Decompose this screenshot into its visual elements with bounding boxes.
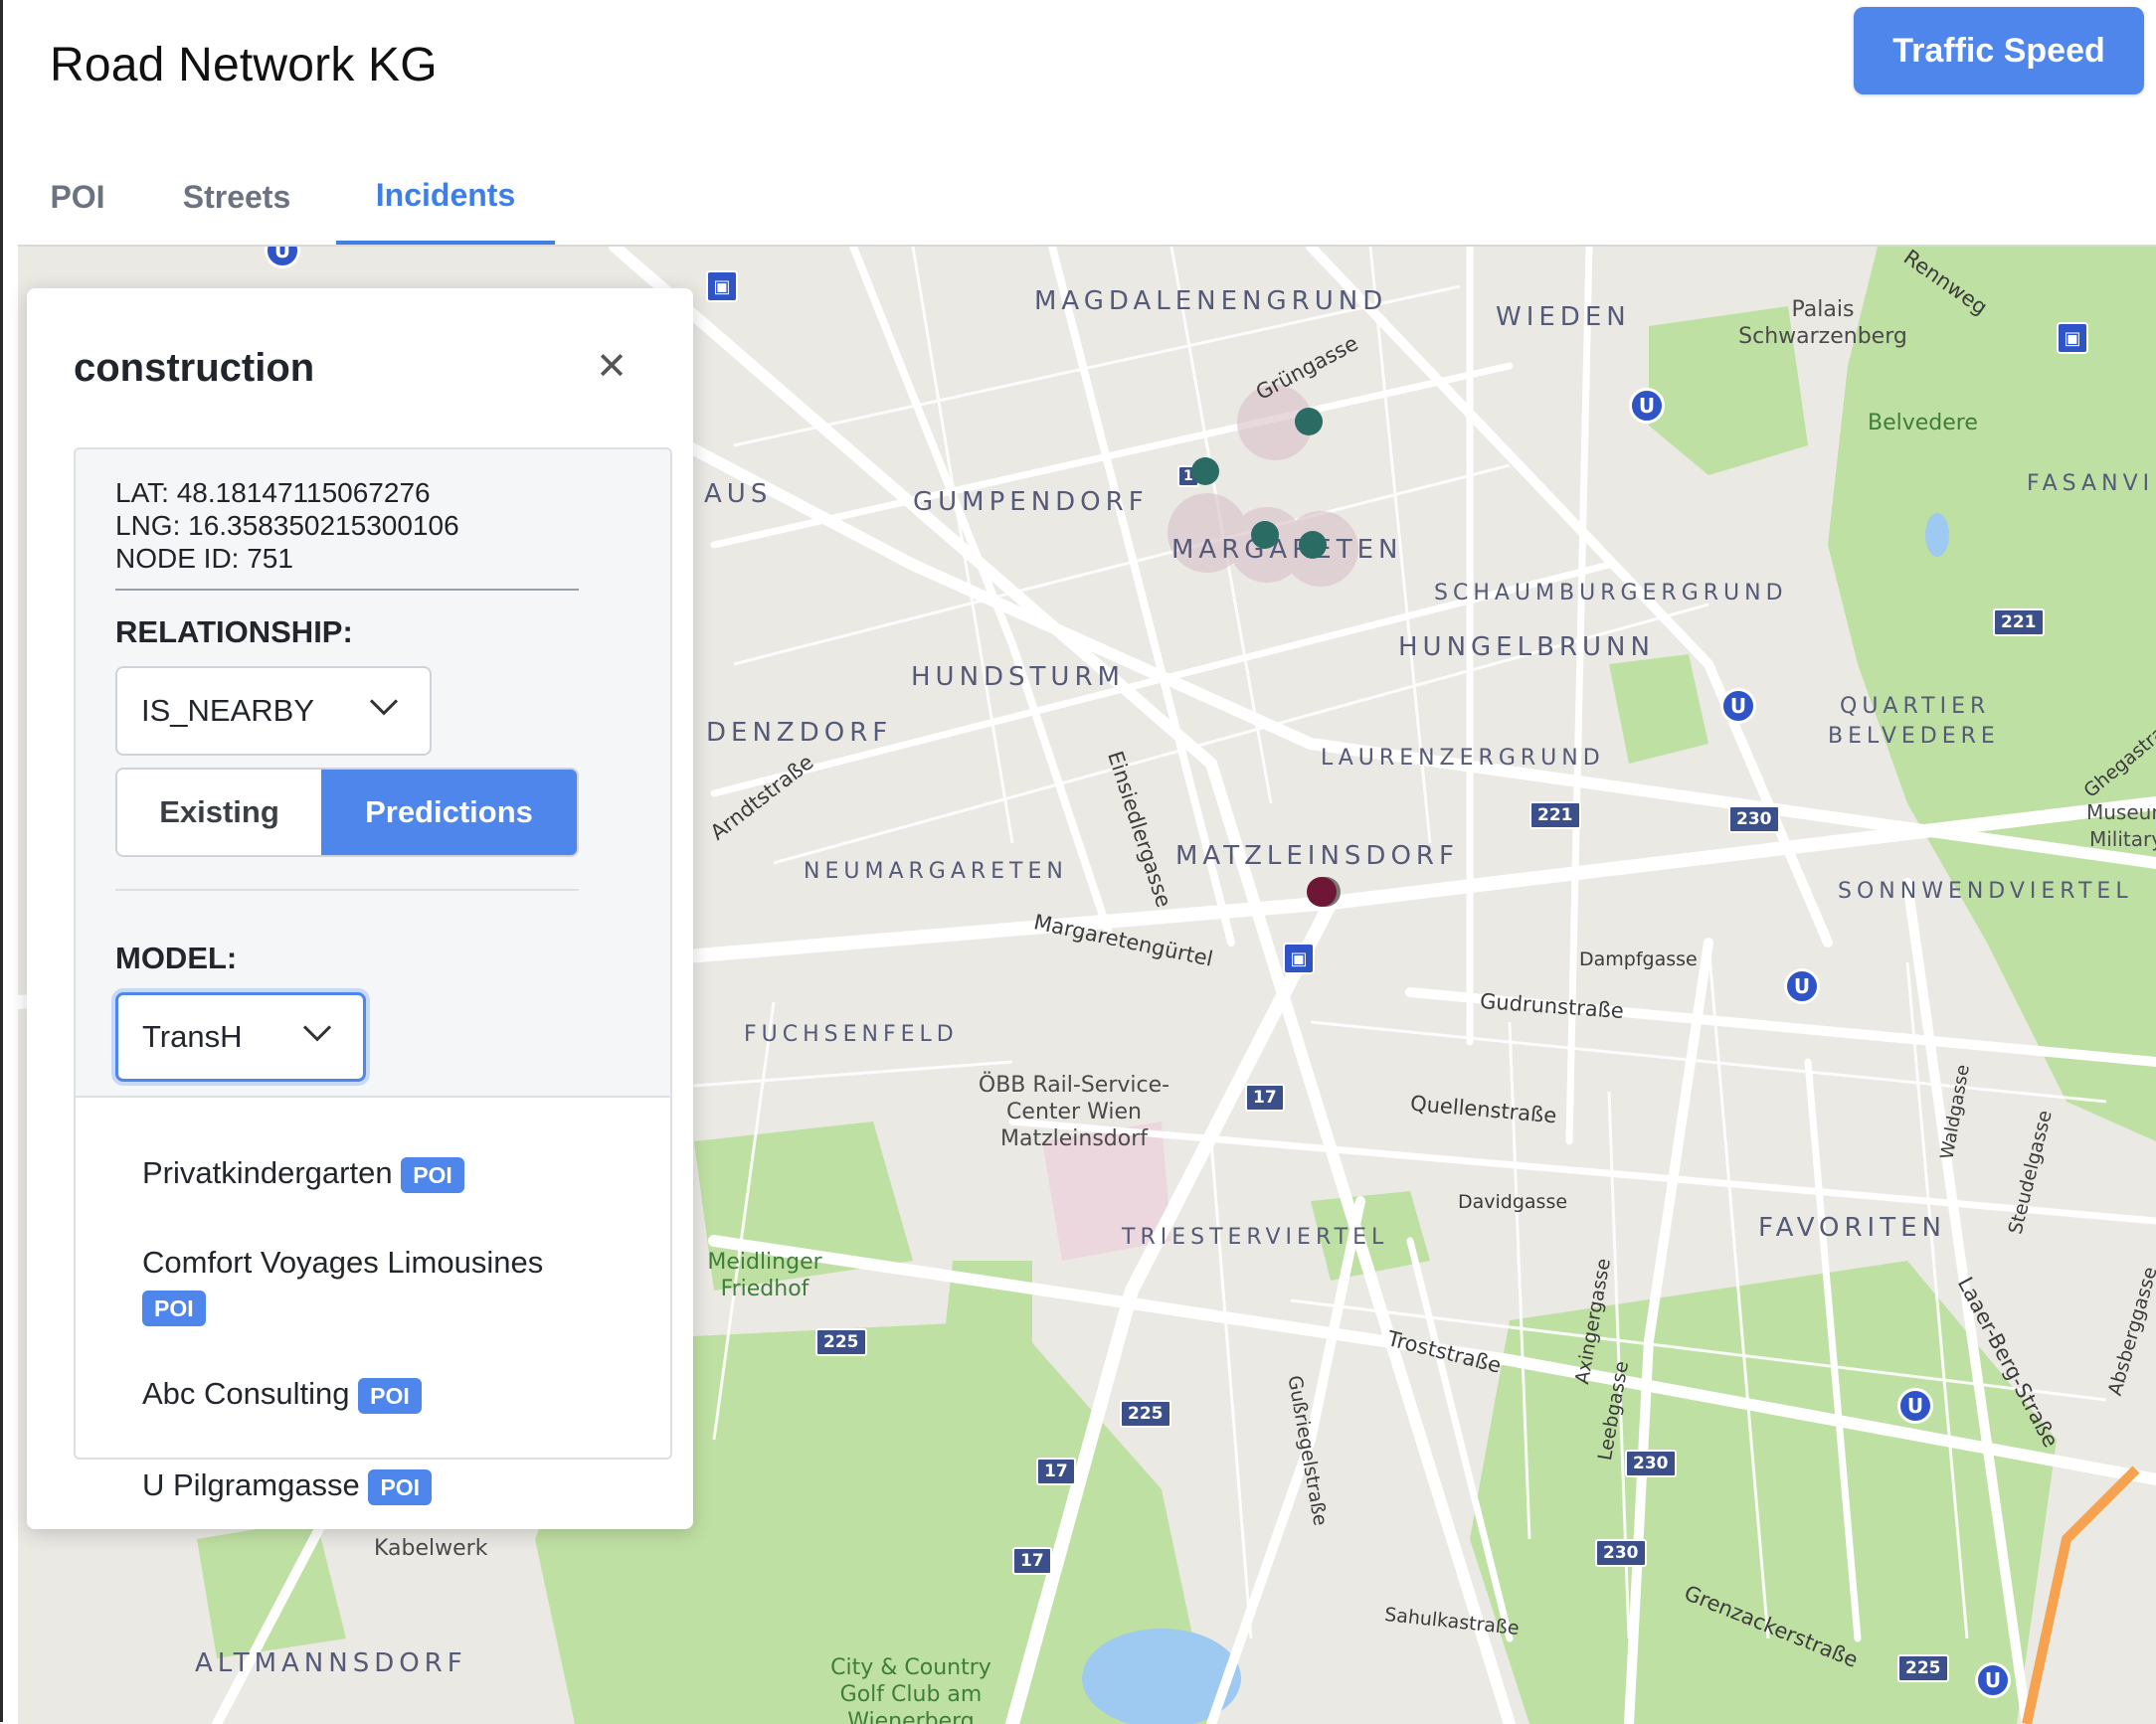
- ubahn-icon: U: [1784, 968, 1820, 1004]
- list-item[interactable]: U Pilgramgasse POI: [142, 1464, 433, 1507]
- tab-streets[interactable]: Streets: [137, 149, 336, 245]
- district-label: NEUMARGARETEN: [804, 859, 1068, 884]
- relationship-label: RELATIONSHIP:: [115, 614, 353, 649]
- poi-label: ÖBB Rail-Service-Center Wien Matzleinsdo…: [978, 1073, 1170, 1151]
- tab-poi[interactable]: POI: [18, 149, 137, 245]
- incident-panel: construction ✕ LAT: 48.18147115067276 LN…: [27, 288, 693, 1529]
- district-label: AUS: [704, 479, 773, 509]
- poi-badge: POI: [358, 1377, 422, 1414]
- chevron-down-icon: [301, 1015, 333, 1051]
- road-shield: 225: [815, 1328, 867, 1356]
- poi-label: Meidlinger Friedhof: [707, 1250, 822, 1301]
- district-label: MATZLEINSDORF: [1175, 841, 1459, 871]
- result-name: Privatkindergarten: [142, 1155, 393, 1190]
- divider: [115, 889, 579, 891]
- district-label: HUNDSTURM: [911, 662, 1125, 692]
- ubahn-icon: U: [1975, 1662, 2011, 1698]
- district-label: QUARTIER: [1840, 694, 1991, 719]
- road-shield: 230: [1625, 1450, 1677, 1477]
- road-shield: 17: [1012, 1547, 1052, 1575]
- model-value: TransH: [142, 1019, 243, 1054]
- road-shield: 17: [1036, 1458, 1076, 1485]
- road-shield: 230: [1728, 805, 1780, 833]
- road-shield: 221: [1529, 801, 1581, 829]
- district-label: FUCHSENFELD: [744, 1022, 959, 1047]
- relationship-select[interactable]: IS_NEARBY: [115, 666, 432, 756]
- poi-badge: POI: [401, 1156, 464, 1193]
- poi-label: Museum Military: [2086, 800, 2156, 851]
- relationship-value: IS_NEARBY: [141, 693, 315, 728]
- list-item[interactable]: Privatkindergarten POI: [142, 1151, 464, 1195]
- model-select[interactable]: TransH: [115, 992, 366, 1082]
- district-label: SCHAUMBURGERGRUND: [1434, 581, 1788, 605]
- result-name: U Pilgramgasse: [142, 1467, 360, 1502]
- traffic-speed-button[interactable]: Traffic Speed: [1854, 7, 2144, 94]
- district-label: FAVORITEN: [1758, 1213, 1946, 1243]
- model-label: MODEL:: [115, 941, 238, 975]
- road-shield: 221: [1993, 608, 2045, 636]
- node-id: NODE ID: 751: [115, 543, 293, 574]
- poi-label: City & Country Golf Club am Wienerberg: [830, 1655, 991, 1724]
- district-label: BELVEDERE: [1828, 724, 2000, 749]
- incident-marker[interactable]: [1191, 457, 1219, 485]
- street-label: Dampfgasse: [1579, 948, 1698, 970]
- latitude: LAT: 48.18147115067276: [115, 477, 431, 508]
- poi-label: Belvedere: [1868, 411, 1978, 435]
- incident-marker[interactable]: [1295, 408, 1323, 435]
- chevron-down-icon: [368, 689, 400, 725]
- poi-label: Palais Schwarzenberg: [1738, 297, 1907, 349]
- list-item[interactable]: Abc Consulting POI: [142, 1372, 422, 1416]
- road-shield: 225: [1120, 1400, 1171, 1428]
- district-label: LAURENZERGRUND: [1321, 746, 1605, 771]
- road-shield: 225: [1897, 1654, 1949, 1682]
- source-toggle: Existing Predictions: [115, 768, 579, 857]
- poi-badge: POI: [368, 1468, 433, 1505]
- divider: [115, 589, 579, 591]
- existing-button[interactable]: Existing: [117, 770, 321, 855]
- list-item[interactable]: Comfort Voyages Limousines POI: [142, 1241, 659, 1328]
- district-label: WIEDEN: [1496, 302, 1631, 332]
- district-label: MARGARETEN: [1171, 535, 1403, 565]
- road-shield: 230: [1595, 1539, 1647, 1567]
- panel-title: construction: [74, 346, 315, 390]
- longitude: LNG: 16.358350215300106: [115, 510, 459, 541]
- district-label: GUMPENDORF: [913, 487, 1149, 517]
- district-label: FASANVIE: [2027, 471, 2156, 496]
- district-label: HUNGELBRUNN: [1398, 632, 1655, 662]
- incident-marker[interactable]: [1251, 521, 1279, 549]
- predictions-button[interactable]: Predictions: [321, 770, 577, 855]
- train-station-icon: ▣: [1283, 943, 1315, 974]
- train-station-icon: ▣: [706, 270, 738, 302]
- ubahn-icon: U: [1897, 1388, 1933, 1424]
- close-icon[interactable]: ✕: [594, 346, 629, 388]
- result-name: Abc Consulting: [142, 1376, 350, 1411]
- district-label: SONNWENDVIERTEL: [1838, 879, 2133, 904]
- train-station-icon: ▣: [2057, 322, 2088, 354]
- district-label: TRIESTERVIERTEL: [1122, 1225, 1389, 1250]
- result-name: Comfort Voyages Limousines: [142, 1245, 544, 1280]
- window-edge: [0, 0, 3, 1722]
- tab-bar: POI Streets Incidents: [18, 149, 555, 245]
- tab-incidents[interactable]: Incidents: [336, 149, 555, 245]
- street-label: Davidgasse: [1458, 1191, 1568, 1213]
- district-label: DENZDORF: [706, 718, 893, 748]
- incident-marker[interactable]: [1299, 531, 1327, 559]
- selected-incident-marker[interactable]: [1307, 877, 1337, 907]
- app-title: Road Network KG: [50, 39, 438, 91]
- district-label: MAGDALENENGRUND: [1034, 286, 1388, 316]
- poi-label: Kabelwerk: [374, 1536, 488, 1561]
- ubahn-icon: U: [1720, 688, 1756, 724]
- poi-badge: POI: [142, 1290, 206, 1326]
- ubahn-icon: U: [1629, 388, 1665, 424]
- road-shield: 17: [1245, 1084, 1285, 1112]
- details-header: LAT: 48.18147115067276 LNG: 16.358350215…: [76, 449, 670, 1098]
- district-label: ALTMANNSDORF: [195, 1648, 467, 1678]
